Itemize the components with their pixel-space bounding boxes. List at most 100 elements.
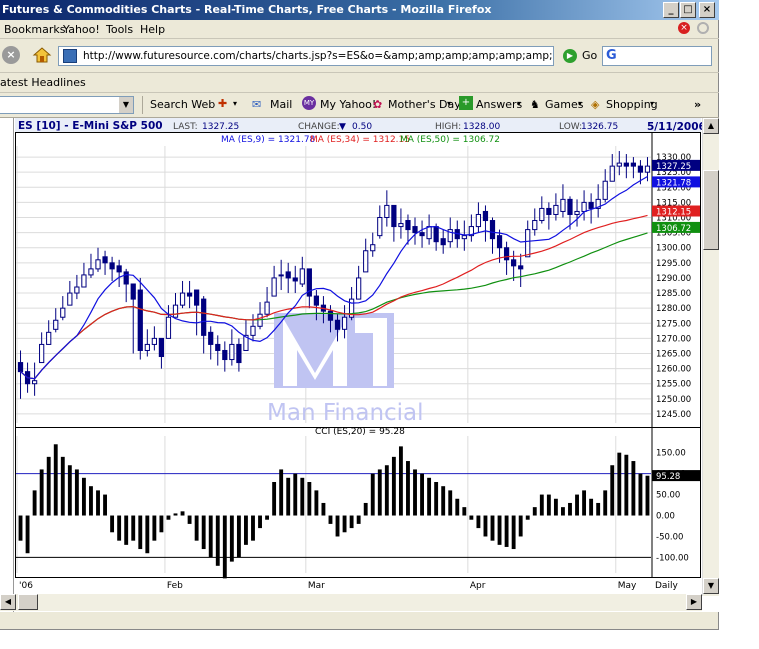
cci-bar (398, 446, 403, 516)
candle-body (489, 220, 496, 240)
chevron-down-icon[interactable]: ▾ (578, 99, 582, 108)
low-label: LOW: (559, 122, 582, 132)
go-button[interactable]: Go (582, 49, 597, 62)
candle-body (39, 343, 45, 364)
cci-bar (476, 515, 481, 529)
sidebar-pane (0, 118, 14, 612)
toolbar-overflow-button[interactable]: » (694, 98, 701, 111)
price-tag-label: 1321.78 (656, 178, 691, 188)
chevron-down-icon[interactable]: ▾ (517, 99, 521, 108)
candle-body (74, 286, 80, 294)
cci-bar (511, 515, 516, 550)
vertical-scrollbar[interactable]: ▲ ▼ (702, 118, 719, 596)
candle-body (341, 316, 348, 330)
x-tick-label: Mar (308, 581, 325, 591)
price-tick-label: 1275.00 (656, 319, 691, 329)
candle-body (567, 198, 573, 215)
cci-bar (589, 498, 594, 516)
cci-bar (553, 498, 558, 516)
home-icon[interactable] (32, 45, 52, 65)
menu-help[interactable]: Help (140, 23, 165, 36)
cci-bar (596, 502, 601, 516)
navigation-toolbar: × http://www.futuresource.com/charts/cha… (0, 39, 719, 73)
candle-body (334, 319, 341, 330)
candle-body (433, 226, 439, 243)
price-tick-label: 1260.00 (656, 365, 691, 375)
price-tick-label: 1250.00 (656, 395, 691, 405)
stop-menu-icon[interactable]: × (678, 22, 690, 34)
cci-bar (532, 507, 537, 516)
search-web-button[interactable]: Search Web (150, 98, 215, 111)
menu-tools[interactable]: Tools (106, 23, 133, 36)
cci-bar (441, 486, 446, 516)
go-icon[interactable]: ▶ (563, 49, 577, 63)
candle-body (201, 298, 207, 336)
mail-button[interactable]: Mail (270, 98, 292, 111)
scroll-right-button[interactable]: ▶ (686, 594, 702, 610)
candle-body (637, 165, 644, 173)
scroll-left-button[interactable]: ◀ (0, 594, 16, 610)
scroll-up-button[interactable]: ▲ (703, 118, 719, 134)
cci-bar (546, 494, 551, 516)
yahoo-compass-icon[interactable]: ✚ (218, 97, 227, 110)
cci-bar (39, 469, 44, 516)
answers-button[interactable]: Answers (476, 98, 522, 111)
yahoo-search-input[interactable]: ▼ (0, 96, 134, 114)
cci-bar (314, 490, 319, 516)
my-yahoo-button[interactable]: My Yahoo! (320, 98, 376, 111)
cci-bar (110, 515, 115, 533)
candle-body (60, 307, 66, 318)
my-yahoo-icon: MY (302, 96, 316, 110)
cci-bar (222, 515, 227, 579)
candle-body (616, 162, 622, 167)
stop-icon[interactable]: × (2, 46, 20, 64)
candle-body (109, 262, 115, 270)
cci-bar (561, 507, 565, 516)
cci-bar (624, 454, 629, 516)
chevron-down-icon[interactable]: ▾ (233, 99, 237, 108)
candle-body (384, 204, 390, 219)
minimize-button[interactable]: _ (663, 2, 679, 18)
cci-bar (201, 515, 206, 550)
cci-bar (53, 444, 58, 516)
price-tick-label: 1285.00 (656, 289, 691, 299)
scroll-down-button[interactable]: ▼ (703, 578, 719, 594)
cci-bar (236, 515, 241, 558)
cci-bar (391, 456, 396, 516)
close-button[interactable]: × (699, 2, 715, 18)
cci-value-label: 95.28 (656, 472, 680, 482)
url-bar[interactable]: http://www.futuresource.com/charts/chart… (58, 46, 554, 66)
search-box[interactable]: G (602, 46, 712, 66)
cci-bar (568, 502, 572, 516)
cci-bar (103, 494, 107, 516)
cci-bar (363, 502, 368, 516)
maximize-button[interactable]: □ (680, 2, 696, 18)
vertical-scroll-thumb[interactable] (703, 170, 719, 250)
cci-bar (152, 515, 157, 541)
chevron-down-icon[interactable]: ▾ (447, 99, 451, 108)
cci-bar (582, 490, 587, 516)
price-tag: 1321.78 (652, 176, 700, 188)
cci-bar (434, 482, 439, 516)
cci-bar (74, 469, 79, 516)
chevron-down-icon[interactable]: ▼ (119, 97, 133, 113)
candle-body (426, 226, 432, 240)
candle-body (503, 247, 510, 261)
cci-bar (539, 494, 544, 516)
yahoo-toolbar: ▼ Search Web ✚ ▾ ✉ Mail MY My Yahoo! ✿ M… (0, 93, 719, 118)
cci-bar (413, 469, 417, 516)
menu-yahoo[interactable]: Yahoo! (63, 23, 100, 36)
horizontal-scroll-thumb[interactable] (18, 594, 38, 610)
cci-bar (356, 515, 361, 524)
candle-body (391, 204, 397, 228)
menu-bookmarks[interactable]: Bookmarks (4, 23, 65, 36)
cci-bar (370, 473, 375, 516)
cci-bar (518, 515, 523, 537)
horizontal-scrollbar[interactable]: ◀ ▶ (0, 594, 702, 611)
candle-body (271, 277, 277, 297)
candle-body (172, 304, 179, 318)
chevron-down-icon[interactable]: ▾ (650, 99, 654, 108)
candle-body (482, 210, 489, 222)
latest-headlines-link[interactable]: atest Headlines (0, 76, 86, 89)
candle-body (461, 235, 467, 240)
